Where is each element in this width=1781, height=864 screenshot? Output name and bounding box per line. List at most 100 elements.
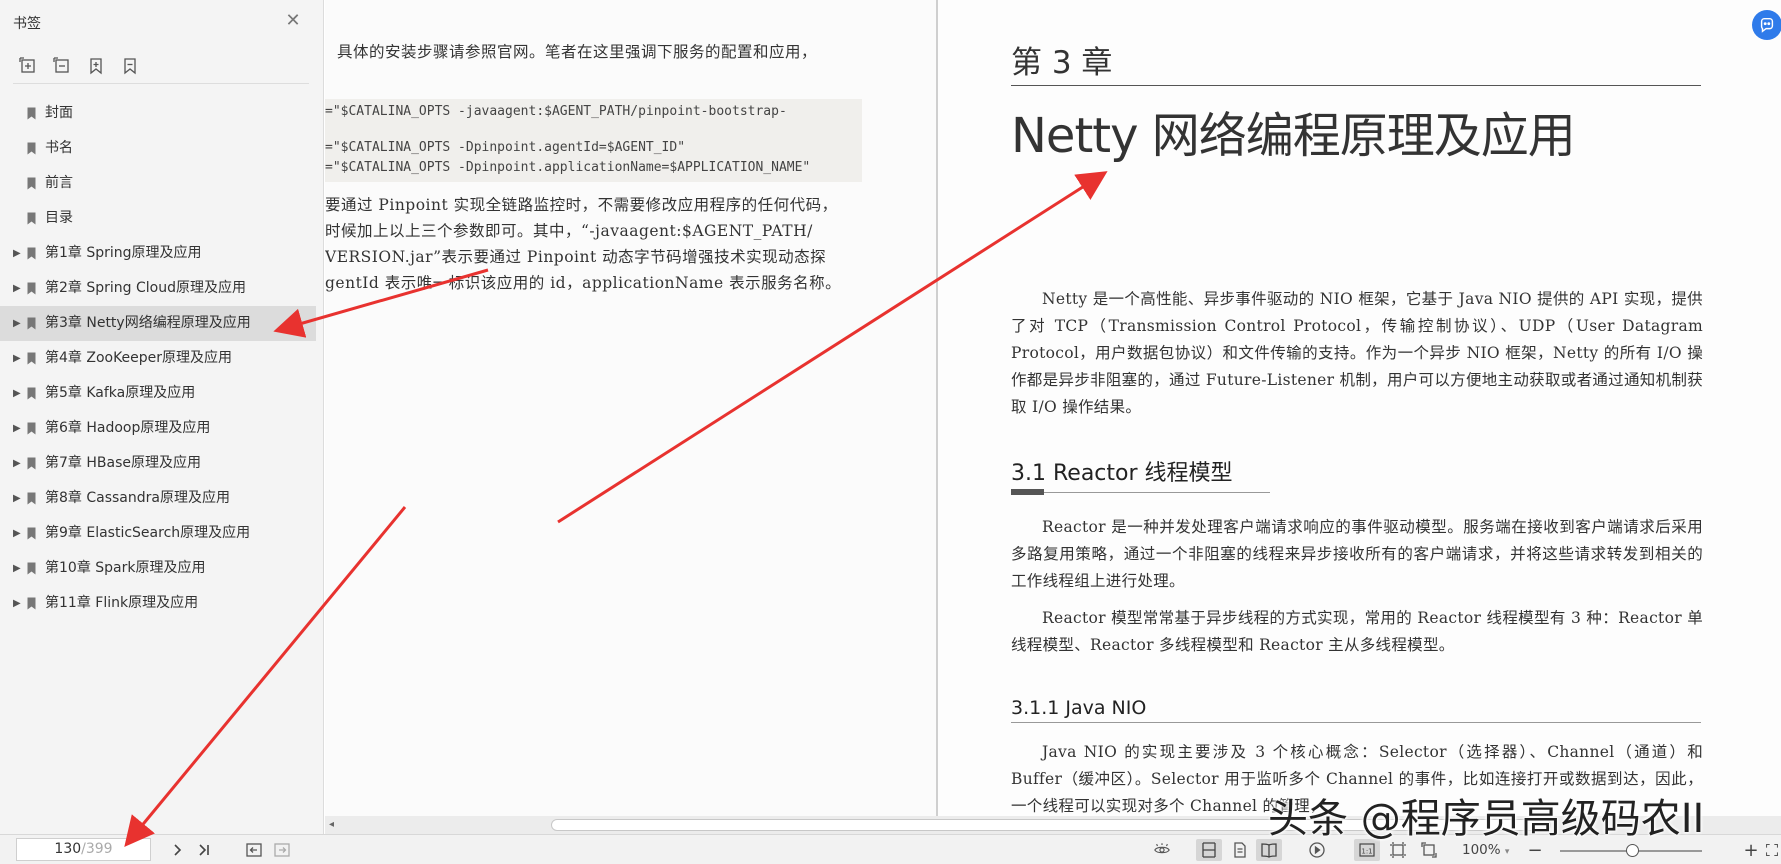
expand-all-icon[interactable] <box>18 56 38 76</box>
paragraph-text: Reactor 是一种并发处理客户端请求响应的事件驱动模型。服务端在接收到客户端… <box>1011 518 1703 590</box>
bookmark-label: 第7章 HBase原理及应用 <box>45 455 201 471</box>
bookmark-label: 目录 <box>45 210 73 226</box>
bookmark-item[interactable]: 前言 <box>0 166 316 201</box>
intro-paragraph: Netty 是一个高性能、异步事件驱动的 NIO 框架，它基于 Java NIO… <box>1011 286 1703 421</box>
bookmark-item[interactable]: ▶ 第7章 HBase原理及应用 <box>0 446 316 481</box>
bookmark-icon <box>27 597 36 610</box>
bookmark-icon <box>27 317 36 330</box>
chapter-rule <box>1011 85 1701 86</box>
chapter-number: 第 3 章 <box>1011 45 1113 81</box>
code-line: ="$CATALINA_OPTS -javaagent:$AGENT_PATH/… <box>325 104 787 119</box>
expand-arrow-icon[interactable]: ▶ <box>13 306 23 341</box>
continuous-view-icon[interactable] <box>1227 839 1253 861</box>
bookmark-icon <box>27 457 36 470</box>
bookmark-label: 第1章 Spring原理及应用 <box>45 245 202 261</box>
page-text-line: 要通过 Pinpoint 实现全链路监控时，不需要修改应用程序的任何代码， <box>325 196 838 214</box>
bookmark-item[interactable]: ▶ 第3章 Netty网络编程原理及应用 <box>0 306 316 341</box>
bookmark-label: 第4章 ZooKeeper原理及应用 <box>45 350 233 366</box>
bookmark-icon <box>27 212 36 225</box>
next-page-icon[interactable] <box>167 839 187 861</box>
page-text-line: gentId 表示唯一标识该应用的 id，applicationName 表示服… <box>325 274 842 292</box>
collapse-all-icon[interactable] <box>52 56 72 76</box>
bookmark-label: 封面 <box>45 105 73 121</box>
assistant-icon[interactable] <box>1752 10 1781 40</box>
bookmark-label: 第2章 Spring Cloud原理及应用 <box>45 280 246 296</box>
paragraph-text: Netty 是一个高性能、异步事件驱动的 NIO 框架，它基于 Java NIO… <box>1011 290 1703 416</box>
section-rule <box>1011 489 1044 495</box>
toolbar-divider <box>13 83 309 84</box>
right-document-page: 第 3 章 Netty 网络编程原理及应用 Netty 是一个高性能、异步事件驱… <box>938 0 1781 816</box>
bookmark-item[interactable]: 书名 <box>0 131 316 166</box>
expand-arrow-icon[interactable]: ▶ <box>13 516 23 551</box>
expand-arrow-icon[interactable]: ▶ <box>13 341 23 376</box>
expand-arrow-icon[interactable]: ▶ <box>13 446 23 481</box>
fullscreen-icon[interactable] <box>1765 839 1779 861</box>
bookmark-label: 第6章 Hadoop原理及应用 <box>45 420 211 436</box>
zoom-select[interactable]: 100% ▾ <box>1462 842 1509 858</box>
section-heading: 3.1 Reactor 线程模型 <box>1011 461 1233 486</box>
bookmark-item[interactable]: ▶ 第5章 Kafka原理及应用 <box>0 376 316 411</box>
page-text-line: 具体的安装步骤请参照官网。笔者在这里强调下服务的配置和应用， <box>337 43 818 61</box>
expand-arrow-icon[interactable]: ▶ <box>13 586 23 621</box>
single-page-view-icon[interactable] <box>1196 839 1222 861</box>
bookmark-item[interactable]: 封面 <box>0 96 316 131</box>
page-number-input[interactable]: 130/399 <box>16 838 151 861</box>
bookmark-icon <box>27 387 36 400</box>
bookmark-icon <box>27 352 36 365</box>
bookmark-item[interactable]: ▶ 第2章 Spring Cloud原理及应用 <box>0 271 316 306</box>
bookmark-item[interactable]: ▶ 第10章 Spark原理及应用 <box>0 551 316 586</box>
bookmark-item[interactable]: ▶ 第9章 ElasticSearch原理及应用 <box>0 516 316 551</box>
section-paragraph: Reactor 模型常常基于异步线程的方式实现，常用的 Reactor 线程模型… <box>1011 605 1703 659</box>
last-page-icon[interactable] <box>194 839 214 861</box>
section-paragraph: Reactor 是一种并发处理客户端请求响应的事件驱动模型。服务端在接收到客户端… <box>1011 514 1703 595</box>
chapter-title: Netty 网络编程原理及应用 <box>1011 108 1576 164</box>
add-bookmark-icon[interactable] <box>86 56 106 76</box>
expand-arrow-icon[interactable]: ▶ <box>13 376 23 411</box>
paragraph-text: Reactor 模型常常基于异步线程的方式实现，常用的 Reactor 线程模型… <box>1011 609 1703 654</box>
zoom-in-icon[interactable]: + <box>1743 839 1759 861</box>
bookmark-label: 第9章 ElasticSearch原理及应用 <box>45 525 251 541</box>
expand-arrow-icon[interactable]: ▶ <box>13 271 23 306</box>
bookmark-list: 封面书名 前言目录 ▶ 第1章 Spring原理及应用 ▶ 第2章 Spring Clou… <box>0 96 316 621</box>
scroll-left-icon[interactable]: ◂ <box>329 819 334 830</box>
bookmark-label: 第8章 Cassandra原理及应用 <box>45 490 230 506</box>
expand-arrow-icon[interactable]: ▶ <box>13 551 23 586</box>
bookmark-item[interactable]: ▶ 第4章 ZooKeeper原理及应用 <box>0 341 316 376</box>
total-pages: /399 <box>81 841 113 857</box>
bookmark-item[interactable]: ▶ 第8章 Cassandra原理及应用 <box>0 481 316 516</box>
subsection-heading: 3.1.1 Java NIO <box>1011 697 1147 719</box>
bookmark-icon <box>27 247 36 260</box>
expand-arrow-icon[interactable]: ▶ <box>13 411 23 446</box>
go-forward-icon[interactable] <box>271 839 293 861</box>
expand-arrow-icon[interactable]: ▶ <box>13 481 23 516</box>
bookmark-item[interactable]: ▶ 第6章 Hadoop原理及应用 <box>0 411 316 446</box>
left-document-page: 具体的安装步骤请参照官网。笔者在这里强调下服务的配置和应用， ="$CATALI… <box>325 0 936 816</box>
code-line: ="$CATALINA_OPTS -Dpinpoint.applicationN… <box>325 160 811 175</box>
svg-text:1:1: 1:1 <box>1361 848 1372 856</box>
code-block: ="$CATALINA_OPTS -javaagent:$AGENT_PATH/… <box>325 99 862 182</box>
eye-protection-icon[interactable] <box>1150 839 1174 861</box>
zoom-value: 100% <box>1462 842 1501 858</box>
bookmark-item[interactable]: ▶ 第11章 Flink原理及应用 <box>0 586 316 621</box>
bookmark-item[interactable]: 目录 <box>0 201 316 236</box>
bookmark-label: 第5章 Kafka原理及应用 <box>45 385 196 401</box>
delete-bookmark-icon[interactable] <box>120 56 140 76</box>
bookmark-label: 第10章 Spark原理及应用 <box>45 560 206 576</box>
zoom-slider-handle[interactable] <box>1626 844 1640 857</box>
bookmark-icon <box>27 422 36 435</box>
bookmark-panel-title: 书签 <box>13 16 41 32</box>
close-icon[interactable]: ✕ <box>283 11 303 31</box>
bookmark-item[interactable]: ▶ 第1章 Spring原理及应用 <box>0 236 316 271</box>
bookmark-toolbar <box>18 56 140 76</box>
watermark-text: 头条 @程序员高级码农II <box>1268 796 1705 842</box>
bookmark-icon <box>27 107 36 120</box>
section-rule <box>1044 492 1270 493</box>
bookmark-label: 第11章 Flink原理及应用 <box>45 595 199 611</box>
go-back-icon[interactable] <box>243 839 265 861</box>
bookmark-icon <box>27 527 36 540</box>
bookmark-icon <box>27 492 36 505</box>
bookmark-label: 第3章 Netty网络编程原理及应用 <box>45 315 251 331</box>
bookmark-icon <box>27 142 36 155</box>
chevron-down-icon: ▾ <box>1504 847 1510 857</box>
expand-arrow-icon[interactable]: ▶ <box>13 236 23 271</box>
